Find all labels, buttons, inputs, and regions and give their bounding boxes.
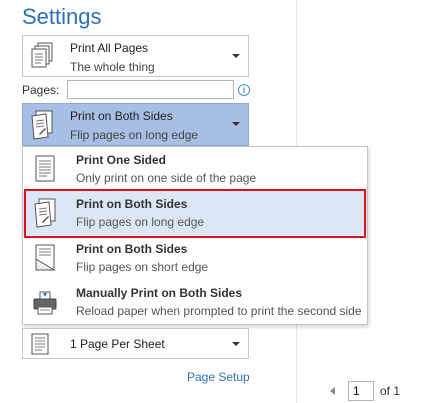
menu-item-subtitle: Only print on one side of the page — [76, 171, 257, 185]
manual-duplex-printer-icon — [33, 291, 57, 315]
duplex-short-edge-icon — [35, 244, 56, 271]
current-page-input[interactable] — [348, 381, 374, 401]
duplex-dropdown[interactable]: Print on Both Sides Flip pages on long e… — [22, 103, 249, 146]
page-per-sheet-icon — [31, 333, 49, 355]
pages-per-sheet-dropdown[interactable]: 1 Page Per Sheet — [22, 328, 249, 359]
menu-item-title: Manually Print on Both Sides — [76, 286, 243, 300]
info-icon[interactable]: i — [238, 84, 250, 96]
pages-per-sheet-title: 1 Page Per Sheet — [70, 337, 165, 351]
chevron-down-icon — [232, 342, 240, 346]
page-count-label: of 1 — [380, 384, 401, 398]
chevron-down-icon — [232, 122, 240, 126]
print-range-title: Print All Pages — [70, 41, 149, 55]
print-range-subtitle: The whole thing — [70, 60, 155, 74]
print-range-dropdown[interactable]: Print All Pages The whole thing — [22, 35, 249, 77]
menu-item-title: Print One Sided — [76, 153, 167, 167]
chevron-down-icon — [232, 54, 240, 58]
duplex-subtitle: Flip pages on long edge — [70, 128, 199, 142]
menu-item-both-sides-short-edge[interactable]: Print on Both Sides Flip pages on short … — [23, 236, 367, 280]
page-setup-link[interactable]: Page Setup — [187, 370, 250, 384]
settings-title: Settings — [22, 4, 102, 29]
menu-item-title: Print on Both Sides — [76, 242, 188, 256]
duplex-long-edge-icon — [31, 110, 53, 140]
pages-input[interactable] — [67, 80, 234, 99]
selection-highlight-box — [24, 189, 366, 238]
menu-item-subtitle: Reload paper when prompted to print the … — [76, 304, 362, 318]
menu-item-one-sided[interactable]: Print One Sided Only print on one side o… — [23, 147, 367, 191]
duplex-title: Print on Both Sides — [70, 109, 173, 123]
menu-item-manual-duplex[interactable]: Manually Print on Both Sides Reload pape… — [23, 280, 367, 324]
previous-page-icon[interactable] — [330, 387, 335, 395]
one-sided-icon — [35, 155, 55, 182]
pages-label: Pages: — [22, 83, 60, 97]
pages-stack-icon — [31, 42, 53, 68]
menu-item-subtitle: Flip pages on short edge — [76, 260, 209, 274]
